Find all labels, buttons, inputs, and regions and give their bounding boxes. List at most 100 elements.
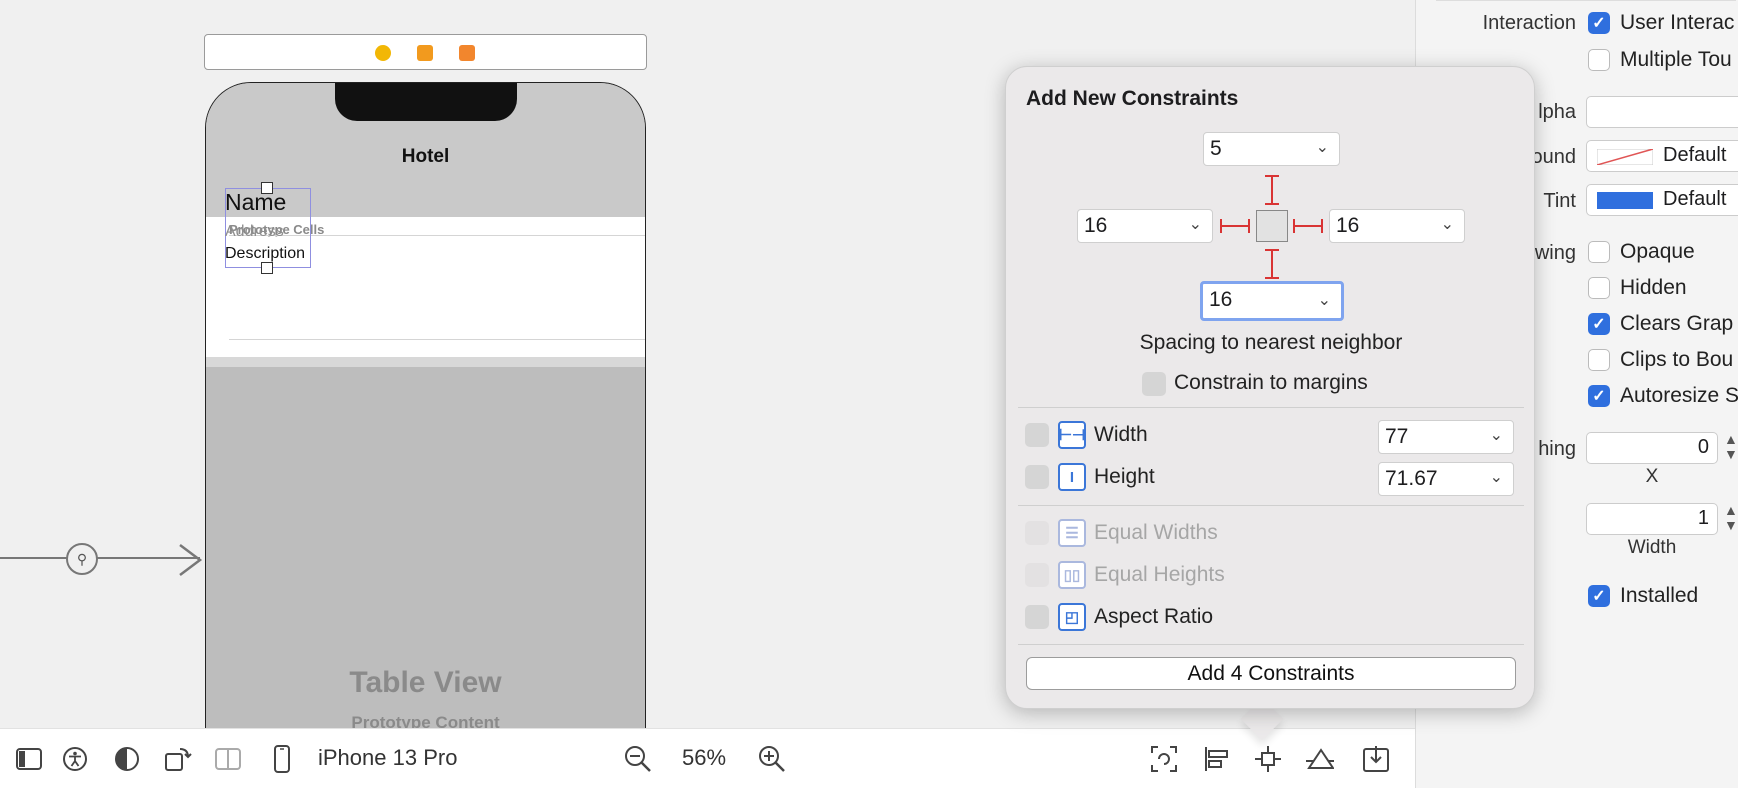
align-icon[interactable] — [1203, 745, 1231, 773]
right-constraint-combo[interactable]: 16 ⌄ — [1329, 209, 1465, 243]
width-constraint-icon: ⊢⊣ — [1058, 421, 1086, 449]
bottom-strut-icon[interactable] — [1263, 248, 1281, 280]
embed-in-icon[interactable] — [1362, 745, 1390, 773]
chevron-down-icon[interactable]: ⌄ — [1189, 214, 1202, 234]
opaque-label: Opaque — [1620, 240, 1695, 263]
background-popup[interactable]: Default — [1586, 140, 1738, 172]
hidden-checkbox[interactable] — [1588, 277, 1610, 299]
left-constraint-value: 16 — [1084, 214, 1108, 237]
zoom-in-icon[interactable] — [758, 745, 786, 773]
left-constraint-combo[interactable]: 16 ⌄ — [1077, 209, 1213, 243]
top-constraint-value: 5 — [1210, 137, 1222, 160]
entry-point-icon[interactable]: ⚲ — [66, 543, 98, 575]
add-constraints-button[interactable]: Add 4 Constraints — [1026, 657, 1516, 690]
left-strut-icon[interactable] — [1219, 217, 1251, 235]
width-value-combo[interactable]: 77 ⌄ — [1378, 420, 1514, 454]
split-view-icon[interactable] — [214, 745, 242, 773]
equal-widths-label: Equal Widths — [1094, 521, 1218, 544]
chevron-down-icon[interactable]: ⌄ — [1318, 290, 1331, 310]
zoom-out-icon[interactable] — [624, 745, 652, 773]
stretch-width-stepper-icon[interactable]: ▲ ▼ — [1724, 503, 1738, 533]
add-constraints-icon[interactable] — [1254, 745, 1282, 773]
device-selector[interactable]: iPhone 13 Pro — [318, 745, 457, 771]
width-value: 77 — [1385, 425, 1409, 448]
tint-value: Default — [1663, 188, 1727, 210]
installed-checkbox[interactable]: ✓ — [1588, 585, 1610, 607]
stretch-width-field[interactable]: 1 — [1586, 503, 1718, 535]
popover-title: Add New Constraints — [1026, 87, 1239, 110]
bottom-constraint-value[interactable]: 16 — [1209, 288, 1232, 311]
autoresize-checkbox[interactable]: ✓ — [1588, 385, 1610, 407]
height-checkbox[interactable] — [1025, 465, 1049, 489]
chevron-down-icon[interactable]: ⌄ — [1490, 467, 1503, 487]
stretch-x-caption: X — [1645, 466, 1659, 487]
multiple-touch-label: Multiple Tou — [1620, 48, 1732, 71]
iphone-scene[interactable]: Hotel Prototype Cells Name Address Descr… — [205, 82, 646, 742]
table-footer-band — [206, 357, 645, 367]
nav-title[interactable]: Hotel — [206, 146, 645, 168]
cell-separator — [229, 339, 645, 340]
equal-widths-icon: ☰ — [1058, 519, 1086, 547]
zoom-level[interactable]: 56% — [682, 745, 726, 771]
orientation-icon[interactable] — [164, 745, 192, 773]
view-controller-icon[interactable] — [375, 45, 391, 61]
chevron-down-icon[interactable]: ⌄ — [1316, 137, 1329, 157]
popover-divider — [1018, 407, 1524, 408]
add-constraints-popover: Add New Constraints 5 ⌄ 16 ⌄ 16 ⌄ 16 ⌄ S… — [1005, 66, 1535, 709]
scene-dock[interactable] — [204, 34, 647, 70]
height-value-combo[interactable]: 71.67 ⌄ — [1378, 462, 1514, 496]
multiple-touch-checkbox[interactable] — [1588, 49, 1610, 71]
no-color-swatch-icon — [1597, 149, 1653, 165]
resize-handle-bottom[interactable] — [261, 262, 273, 274]
stretch-x-stepper-icon[interactable]: ▲ ▼ — [1724, 432, 1738, 462]
exit-icon[interactable] — [459, 45, 475, 61]
width-checkbox[interactable] — [1025, 423, 1049, 447]
update-frames-icon[interactable] — [1150, 745, 1178, 773]
entry-arrow-icon — [179, 544, 203, 576]
clips-bounds-checkbox[interactable] — [1588, 349, 1610, 371]
hidden-label: Hidden — [1620, 276, 1687, 299]
clears-graphics-checkbox[interactable]: ✓ — [1588, 313, 1610, 335]
opaque-checkbox[interactable] — [1588, 241, 1610, 263]
appearance-icon[interactable] — [113, 745, 141, 773]
constrain-margins-checkbox[interactable] — [1142, 372, 1166, 396]
installed-label: Installed — [1620, 584, 1699, 607]
clips-bounds-label: Clips to Bou — [1620, 348, 1734, 371]
tint-popup[interactable]: Default — [1586, 184, 1738, 216]
name-label[interactable]: Name — [225, 189, 286, 216]
equal-heights-label: Equal Heights — [1094, 563, 1225, 586]
device-icon[interactable] — [268, 745, 296, 773]
address-label[interactable]: Address — [225, 223, 284, 241]
popover-divider — [1018, 644, 1524, 645]
aspect-ratio-label: Aspect Ratio — [1094, 605, 1214, 628]
equal-heights-checkbox[interactable] — [1025, 563, 1049, 587]
accessibility-icon[interactable] — [61, 745, 89, 773]
chevron-down-icon[interactable]: ⌄ — [1441, 214, 1454, 234]
aspect-ratio-checkbox[interactable] — [1025, 605, 1049, 629]
selected-view-square — [1256, 210, 1288, 242]
first-responder-icon[interactable] — [417, 45, 433, 61]
bottom-constraint-combo[interactable]: 16 ⌄ — [1200, 281, 1344, 321]
resolve-issues-icon[interactable] — [1306, 745, 1334, 773]
device-notch — [335, 83, 517, 121]
equal-widths-checkbox[interactable] — [1025, 521, 1049, 545]
height-value: 71.67 — [1385, 467, 1438, 490]
user-interaction-checkbox[interactable]: ✓ — [1588, 12, 1610, 34]
description-label[interactable]: Description — [225, 245, 305, 263]
stretch-x-field[interactable]: 0 — [1586, 432, 1718, 464]
constrain-margins-label: Constrain to margins — [1174, 371, 1368, 394]
right-strut-icon[interactable] — [1292, 217, 1324, 235]
right-constraint-value: 16 — [1336, 214, 1360, 237]
alpha-field[interactable] — [1586, 96, 1738, 128]
entry-point-line — [0, 557, 200, 559]
top-strut-icon[interactable] — [1263, 174, 1281, 206]
chevron-down-icon[interactable]: ⌄ — [1490, 425, 1503, 445]
popover-divider — [1018, 505, 1524, 506]
document-outline-icon[interactable] — [15, 745, 43, 773]
top-constraint-combo[interactable]: 5 ⌄ — [1203, 132, 1340, 166]
height-label: Height — [1094, 465, 1155, 488]
interaction-label: Interaction — [1482, 12, 1576, 34]
equal-heights-icon: ▯▯ — [1058, 561, 1086, 589]
height-constraint-icon: I — [1058, 463, 1086, 491]
autoresize-label: Autoresize S — [1620, 384, 1738, 407]
